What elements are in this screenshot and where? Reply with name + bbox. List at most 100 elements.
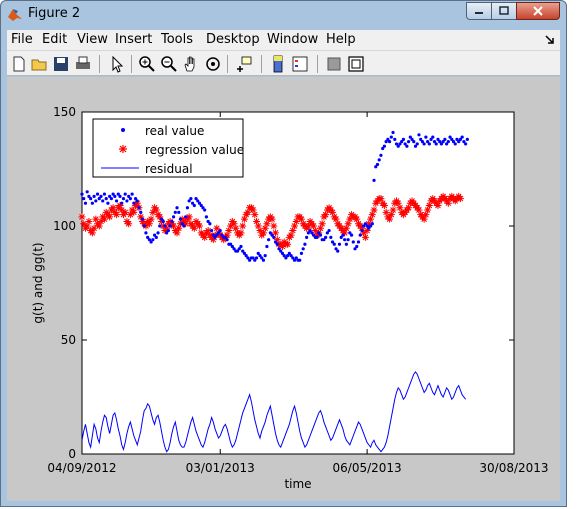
close-icon — [533, 6, 543, 16]
real-value-point — [166, 228, 170, 233]
real-value-point — [192, 203, 196, 208]
print-icon[interactable] — [73, 54, 93, 74]
toolbar-separator — [261, 55, 262, 73]
menu-file[interactable]: File — [11, 32, 33, 47]
menu-help[interactable]: Help — [326, 32, 356, 47]
real-value-point — [336, 249, 340, 253]
real-value-point — [142, 224, 146, 228]
real-value-point — [318, 233, 323, 237]
real-value-point — [173, 210, 177, 214]
real-value-point — [299, 251, 304, 255]
regression-point — [284, 240, 292, 248]
y-tick-label: 150 — [53, 105, 76, 119]
rotate-3d-icon[interactable] — [203, 54, 223, 74]
menu-desktop[interactable]: Desktop — [206, 32, 260, 47]
arrow-pointer-icon[interactable] — [107, 54, 127, 74]
dock-arrow-icon[interactable] — [545, 35, 555, 45]
real-value-point — [272, 235, 276, 239]
real-value-point — [189, 197, 193, 201]
real-value-point — [130, 192, 134, 196]
real-value-point — [182, 224, 186, 228]
real-value-point — [389, 135, 393, 139]
menu-tools[interactable]: Tools — [161, 32, 193, 47]
real-value-point — [114, 199, 119, 203]
real-value-point — [239, 244, 243, 249]
regression-point — [85, 217, 93, 225]
y-tick-label: 50 — [61, 333, 76, 347]
regression-point — [361, 233, 369, 241]
real-value-point — [89, 197, 93, 201]
data-cursor-icon[interactable] — [234, 54, 254, 74]
real-value-point — [332, 242, 336, 246]
toolbar-separator — [99, 55, 100, 73]
minimize-button[interactable] — [466, 2, 492, 20]
title-bar[interactable]: Figure 2 — [1, 1, 566, 29]
regression-point — [125, 220, 133, 228]
pan-hand-icon[interactable] — [181, 54, 201, 74]
real-value-point — [337, 242, 342, 246]
regression-point — [251, 211, 259, 219]
real-value-point — [443, 137, 447, 141]
menu-edit[interactable]: Edit — [42, 32, 67, 47]
real-value-point — [370, 222, 374, 226]
zoom-out-icon[interactable] — [159, 54, 179, 74]
legend-icon[interactable] — [290, 54, 310, 74]
maximize-button[interactable] — [491, 2, 517, 20]
real-value-point — [178, 217, 183, 221]
real-value-point — [453, 142, 457, 146]
real-value-point — [424, 135, 428, 139]
real-value-point — [184, 215, 188, 219]
real-value-point — [208, 222, 212, 226]
maximize-icon — [499, 6, 509, 15]
menu-bar: File Edit View Insert Tools Desktop Wind… — [7, 30, 560, 50]
real-value-point — [132, 201, 136, 205]
menu-insert[interactable]: Insert — [115, 32, 152, 47]
real-value-point — [382, 144, 386, 148]
new-figure-icon[interactable] — [9, 54, 29, 74]
real-value-point — [406, 140, 411, 144]
save-icon[interactable] — [51, 54, 71, 74]
real-value-point — [125, 199, 129, 203]
real-value-point — [412, 140, 416, 144]
real-value-point — [351, 240, 355, 244]
figure-toolbar — [7, 50, 560, 76]
x-axis-label: time — [284, 477, 311, 491]
hide-plot-tools-icon[interactable] — [324, 54, 344, 74]
real-value-point — [90, 201, 94, 205]
legend-label-regression: regression value — [145, 143, 244, 157]
legend-regression-marker — [119, 145, 127, 153]
menu-window[interactable]: Window — [267, 32, 318, 47]
window-title: Figure 2 — [28, 6, 81, 21]
y-tick-label: 0 — [68, 447, 76, 461]
x-tick-label: 04/09/2012 — [47, 461, 116, 475]
show-plot-tools-icon[interactable] — [346, 54, 366, 74]
real-value-point — [113, 194, 117, 198]
real-value-point — [123, 192, 127, 196]
real-value-point — [460, 135, 464, 139]
real-value-point — [349, 233, 354, 237]
real-value-point — [464, 142, 468, 146]
real-value-point — [305, 235, 309, 239]
legend-real-marker — [121, 128, 125, 132]
real-value-point — [254, 256, 259, 260]
real-value-point — [140, 217, 145, 221]
real-value-point — [92, 194, 96, 198]
y-axis-label: g(t) and gg(t) — [31, 242, 45, 323]
real-value-point — [204, 215, 209, 219]
close-button[interactable] — [516, 2, 560, 20]
figure-window: Figure 2 File Edit View Insert Tools Des… — [0, 0, 567, 507]
real-value-point — [355, 244, 359, 249]
real-value-point — [137, 206, 141, 210]
plot-area: 0 50 100 150 04/09/2012 03/01/2013 06/05/2013 3… — [31, 105, 549, 491]
real-value-point — [329, 235, 333, 239]
real-value-point — [80, 192, 84, 196]
real-value-point — [446, 140, 450, 144]
real-value-point — [301, 247, 305, 251]
regression-point — [237, 229, 245, 237]
open-file-icon[interactable] — [30, 54, 50, 74]
real-value-point — [120, 201, 124, 205]
regression-point — [389, 206, 397, 214]
menu-view[interactable]: View — [77, 32, 108, 47]
colorbar-icon[interactable] — [268, 54, 288, 74]
zoom-in-icon[interactable] — [137, 54, 157, 74]
